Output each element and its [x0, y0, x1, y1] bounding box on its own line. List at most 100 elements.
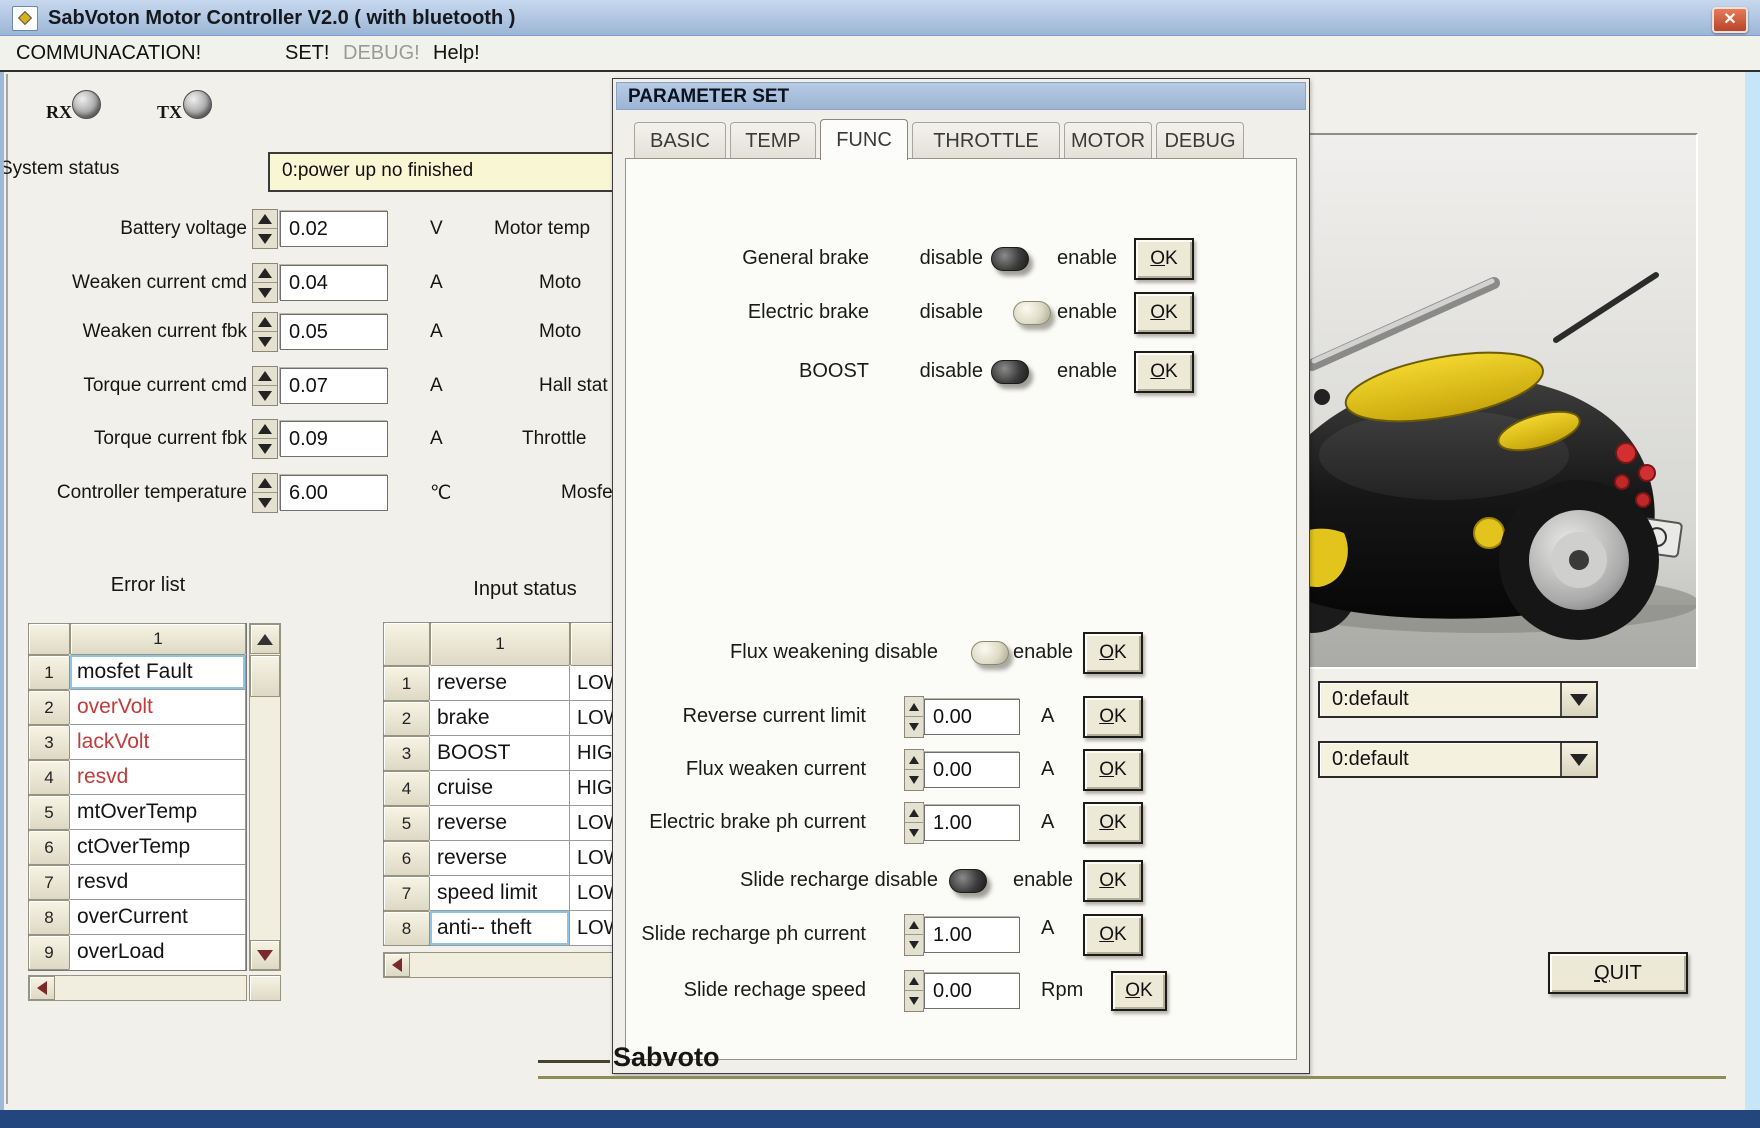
input-level-cell[interactable]: LOW	[570, 701, 616, 736]
tab-func[interactable]: FUNC	[820, 119, 908, 160]
numeric-spinner[interactable]	[904, 696, 924, 738]
toggle-knob[interactable]	[991, 247, 1029, 271]
error-cell[interactable]: lackVolt	[70, 725, 246, 760]
scroll-left-button[interactable]	[29, 976, 55, 1000]
quit-button[interactable]: QUIT	[1548, 952, 1688, 994]
general-brake-ok-button[interactable]: OK	[1134, 238, 1194, 280]
slide-rechage-speed-field[interactable]: 0.00	[924, 973, 1020, 1009]
menu-set[interactable]: SET!	[285, 36, 329, 70]
preset-dropdown-1-value: 0:default	[1332, 683, 1409, 716]
input-level-cell[interactable]: LOW	[570, 876, 616, 911]
electric-brake-ph-current-field[interactable]: 1.00	[924, 805, 1020, 841]
weaken-current-fbk-field[interactable]: 0.05	[280, 314, 388, 350]
scroll-down-button[interactable]	[250, 940, 280, 970]
error-cell[interactable]: overVolt	[70, 690, 246, 725]
slide-recharge-ph-current-ok-button[interactable]: OK	[1083, 914, 1143, 956]
input-level-cell[interactable]: LOW	[570, 841, 616, 876]
input-cell[interactable]: reverse	[430, 841, 570, 876]
error-horizontal-scrollbar[interactable]	[28, 975, 247, 1001]
boost-ok-button[interactable]: OK	[1134, 351, 1194, 393]
preset-dropdown-2[interactable]: 0:default	[1318, 741, 1598, 778]
error-cell[interactable]: ctOverTemp	[70, 830, 246, 865]
reverse-current-limit-ok-button[interactable]: OK	[1083, 696, 1143, 738]
scroll-left-button[interactable]	[384, 953, 410, 977]
input-cell[interactable]: cruise	[430, 771, 570, 806]
readout-spinner[interactable]	[252, 209, 278, 249]
readout-spinner[interactable]	[252, 263, 278, 303]
unit-label: A	[1041, 811, 1054, 834]
input-cell[interactable]: brake	[430, 701, 570, 736]
flux-weaken-current-field[interactable]: 0.00	[924, 752, 1020, 788]
tab-basic[interactable]: BASIC	[634, 122, 726, 159]
input-level-cell[interactable]: HIGH	[570, 771, 616, 806]
unit-label: A	[1041, 758, 1054, 781]
readout-spinner[interactable]	[252, 473, 278, 513]
chevron-down-icon	[1560, 743, 1596, 776]
row-header: 4	[383, 771, 430, 806]
controller-temperature-field[interactable]: 6.00	[280, 475, 388, 511]
error-vertical-scrollbar[interactable]	[249, 623, 281, 971]
battery-voltage-field[interactable]: 0.02	[280, 211, 388, 247]
brand-signature: Sabvoto	[613, 1042, 720, 1073]
scroll-up-button[interactable]	[250, 624, 280, 654]
electric-brake-ok-button[interactable]: OK	[1134, 292, 1194, 334]
input-level-cell[interactable]: LOW	[570, 666, 616, 701]
toggle-knob[interactable]	[949, 869, 987, 893]
error-cell[interactable]: resvd	[70, 760, 246, 795]
input-level-cell[interactable]: HIGH	[570, 736, 616, 771]
input-cell[interactable]: speed limit	[430, 876, 570, 911]
slide-recharge-toggle[interactable]	[947, 867, 1011, 897]
weaken-current-cmd-field[interactable]: 0.04	[280, 265, 388, 301]
input-horizontal-scrollbar[interactable]	[383, 952, 616, 978]
reverse-current-limit-field[interactable]: 0.00	[924, 699, 1020, 735]
dialog-title-bar[interactable]: PARAMETER SET	[616, 82, 1306, 110]
tx-led-indicator	[183, 90, 212, 119]
tab-temp[interactable]: TEMP	[730, 122, 816, 159]
disable-label: disable	[866, 301, 983, 324]
electric-brake-ph-current-ok-button[interactable]: OK	[1083, 802, 1143, 844]
numeric-spinner[interactable]	[904, 802, 924, 844]
flux-weakening-toggle[interactable]	[947, 639, 1011, 669]
input-cell[interactable]: anti-- theft	[430, 911, 570, 946]
error-cell[interactable]: overLoad	[70, 935, 246, 970]
input-level-cell[interactable]: LOW	[570, 911, 616, 946]
slide-rechage-speed-ok-button[interactable]: OK	[1111, 971, 1167, 1011]
input-cell[interactable]: BOOST	[430, 736, 570, 771]
error-cell[interactable]: overCurrent	[70, 900, 246, 935]
error-cell[interactable]: resvd	[70, 865, 246, 900]
readout-spinner[interactable]	[252, 419, 278, 459]
error-cell[interactable]: mosfet Fault	[70, 655, 246, 690]
slide-recharge-ph-current-field[interactable]: 1.00	[924, 917, 1020, 953]
readout-spinner[interactable]	[252, 312, 278, 352]
menu-communication[interactable]: COMMUNACATION!	[16, 36, 201, 70]
numeric-spinner[interactable]	[904, 749, 924, 791]
boost-toggle[interactable]	[989, 358, 1055, 388]
menu-help[interactable]: Help!	[433, 36, 480, 70]
scrollbar-corner	[249, 975, 281, 1001]
error-cell[interactable]: mtOverTemp	[70, 795, 246, 830]
tab-throttle[interactable]: THROTTLE	[912, 122, 1060, 159]
torque-current-cmd-field[interactable]: 0.07	[280, 368, 388, 404]
toggle-knob[interactable]	[1013, 301, 1051, 325]
tab-debug[interactable]: DEBUG	[1156, 122, 1244, 159]
tab-motor[interactable]: MOTOR	[1064, 122, 1152, 159]
input-cell[interactable]: reverse	[430, 666, 570, 701]
flux-weakening-ok-button[interactable]: OK	[1083, 632, 1143, 674]
flux-weaken-current-ok-button[interactable]: OK	[1083, 749, 1143, 791]
toggle-knob[interactable]	[991, 360, 1029, 384]
input-level-cell[interactable]: LOW	[570, 806, 616, 841]
system-status-combo[interactable]: 0:power up no finished	[268, 152, 614, 192]
slide-recharge-ok-button[interactable]: OK	[1083, 860, 1143, 902]
menu-debug[interactable]: DEBUG!	[343, 36, 420, 70]
toggle-knob[interactable]	[971, 641, 1009, 665]
electric-brake-toggle[interactable]	[989, 299, 1055, 329]
preset-dropdown-1[interactable]: 0:default	[1318, 681, 1598, 718]
scroll-thumb[interactable]	[250, 655, 280, 697]
close-button[interactable]: ✕	[1712, 7, 1748, 33]
readout-spinner[interactable]	[252, 366, 278, 406]
numeric-spinner[interactable]	[904, 914, 924, 956]
general-brake-toggle[interactable]	[989, 245, 1055, 275]
numeric-spinner[interactable]	[904, 970, 924, 1012]
torque-current-fbk-field[interactable]: 0.09	[280, 421, 388, 457]
input-cell[interactable]: reverse	[430, 806, 570, 841]
